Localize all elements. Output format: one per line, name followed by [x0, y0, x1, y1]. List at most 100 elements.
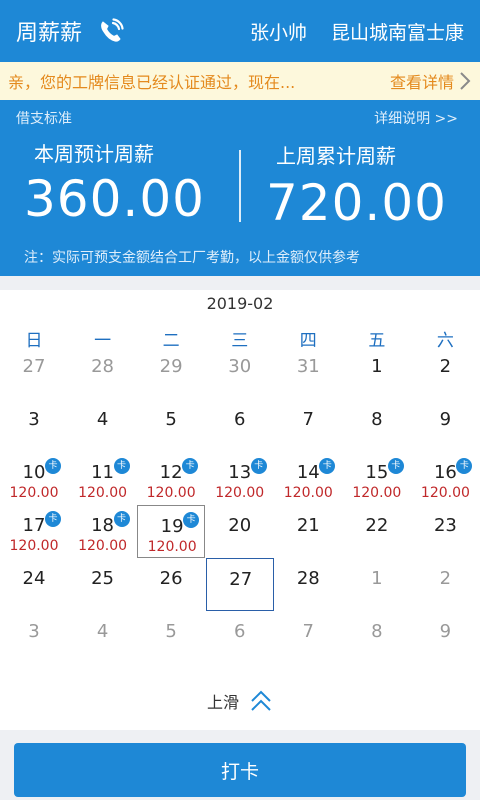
user-name: 张小帅 [249, 21, 307, 44]
chevron-right-icon [458, 70, 472, 92]
punch-badge: 卡 [45, 511, 61, 527]
day-number: 2 [439, 568, 452, 589]
notice-banner[interactable]: 亲，您的工牌信息已经认证通过，现在... 查看详情 [0, 62, 480, 100]
calendar-day[interactable]: 9 [411, 399, 479, 452]
calendar-day[interactable]: 6 [206, 611, 274, 664]
day-number: 27 [229, 569, 253, 590]
day-amount: 120.00 [283, 485, 333, 501]
day-number: 6 [233, 409, 246, 430]
calendar-day[interactable]: 8 [343, 399, 411, 452]
day-number: 22 [365, 515, 389, 536]
day-number: 5 [165, 409, 177, 430]
day-amount: 120.00 [420, 485, 470, 501]
day-amount: 120.00 [215, 485, 265, 501]
calendar-day[interactable]: 21 [274, 505, 342, 558]
day-number: 28 [296, 568, 320, 589]
day-number: 9 [439, 409, 452, 430]
calendar-day[interactable]: 2 [411, 346, 479, 399]
day-number: 3 [28, 621, 40, 642]
calendar-day[interactable]: 7 [274, 399, 342, 452]
footer: 打卡 [0, 730, 480, 800]
calendar-day[interactable]: 14 卡 120.00 [274, 452, 342, 505]
this-week-label: 本周预计周薪 [34, 142, 154, 166]
punch-badge: 卡 [113, 511, 130, 527]
day-amount: 120.00 [146, 485, 196, 501]
punch-card-button[interactable]: 打卡 [14, 743, 466, 797]
day-number: 31 [296, 356, 320, 377]
calendar-day[interactable]: 15 卡 120.00 [343, 452, 411, 505]
punch-badge: 卡 [250, 458, 267, 474]
detail-link[interactable]: 详细说明 >> [374, 108, 458, 128]
calendar-day[interactable]: 13 卡 120.00 [206, 452, 274, 505]
day-number: 4 [96, 621, 109, 642]
calendar-day[interactable]: 6 [206, 399, 274, 452]
notice-message: 亲，您的工牌信息已经认证通过，现在... [8, 73, 296, 92]
calendar-day[interactable]: 18 卡 120.00 [69, 505, 137, 558]
calendar-day[interactable]: 16 卡 120.00 [411, 452, 479, 505]
day-number: 30 [228, 356, 252, 377]
calendar-day[interactable]: 12 卡 120.00 [137, 452, 205, 505]
calendar-day[interactable]: 29 [137, 346, 205, 399]
calendar-day[interactable]: 27 [205, 558, 274, 611]
day-number: 8 [371, 621, 383, 642]
day-number: 21 [296, 515, 320, 536]
calendar-day[interactable]: 4 [69, 611, 137, 664]
calendar-day[interactable]: 2 [411, 558, 479, 611]
last-week-label: 上周累计周薪 [276, 144, 396, 168]
day-number: 9 [439, 621, 452, 642]
calendar-day[interactable]: 10 卡 120.00 [0, 452, 68, 505]
double-chevron-up-icon [249, 689, 273, 713]
calendar-day[interactable]: 17 卡 120.00 [0, 505, 68, 558]
calendar-day[interactable]: 23 [411, 505, 479, 558]
day-number: 26 [159, 568, 183, 589]
calendar-day[interactable]: 1 [343, 346, 411, 399]
calendar-day[interactable]: 22 [343, 505, 411, 558]
salary-summary: 借支标准 详细说明 >> 本周预计周薪 360.00 上周累计周薪 720.00… [0, 100, 480, 276]
day-number: 8 [371, 409, 383, 430]
calendar-day[interactable]: 28 [274, 558, 342, 611]
day-number: 27 [22, 356, 46, 377]
calendar-day[interactable]: 8 [343, 611, 411, 664]
day-amount: 120.00 [9, 538, 59, 554]
calendar: 2019-02 日一二三四五六 27 28 29 30 31 1 2 3 4 5 6 7 8 9 10 卡 12… [0, 290, 480, 730]
calendar-day[interactable]: 20 [206, 505, 274, 558]
day-amount: 120.00 [9, 485, 59, 501]
day-number: 6 [233, 621, 246, 642]
day-number: 2 [439, 356, 452, 377]
calendar-day[interactable]: 3 [0, 399, 68, 452]
calendar-day[interactable]: 26 [137, 558, 205, 611]
punch-badge: 卡 [183, 512, 200, 528]
day-amount: 120.00 [78, 485, 128, 501]
last-week-value: 720.00 [266, 174, 447, 232]
calendar-day[interactable]: 5 [137, 611, 205, 664]
day-number: 25 [91, 568, 115, 589]
phone-icon[interactable] [96, 16, 126, 46]
calendar-day[interactable]: 7 [274, 611, 342, 664]
calendar-day[interactable]: 9 [411, 611, 479, 664]
calendar-day[interactable]: 5 [137, 399, 205, 452]
day-amount: 120.00 [78, 538, 128, 554]
view-details-link[interactable]: 查看详情 [390, 69, 454, 93]
punch-badge: 卡 [387, 458, 404, 474]
calendar-day[interactable]: 3 [0, 611, 68, 664]
calendar-day[interactable]: 25 [69, 558, 137, 611]
day-number: 1 [371, 568, 383, 589]
swipe-up-hint[interactable]: 上滑 [0, 686, 480, 716]
calendar-day[interactable]: 30 [206, 346, 274, 399]
day-number: 7 [302, 621, 314, 642]
day-number: 1 [371, 356, 383, 377]
calendar-day[interactable]: 11 卡 120.00 [69, 452, 137, 505]
calendar-day[interactable]: 27 [0, 346, 68, 399]
day-amount: 120.00 [147, 539, 197, 555]
calendar-day[interactable]: 24 [0, 558, 68, 611]
calendar-day[interactable]: 28 [69, 346, 137, 399]
calendar-day[interactable]: 1 [343, 558, 411, 611]
calendar-day[interactable]: 31 [274, 346, 342, 399]
calendar-day[interactable]: 19 卡 120.00 [137, 505, 206, 558]
loan-standard-label: 借支标准 [16, 111, 72, 127]
calendar-month: 2019-02 [206, 294, 274, 313]
day-number: 24 [22, 568, 46, 589]
calendar-day[interactable]: 4 [69, 399, 137, 452]
factory-name[interactable]: 昆山城南富士康 [331, 18, 464, 45]
this-week-value: 360.00 [24, 170, 205, 228]
